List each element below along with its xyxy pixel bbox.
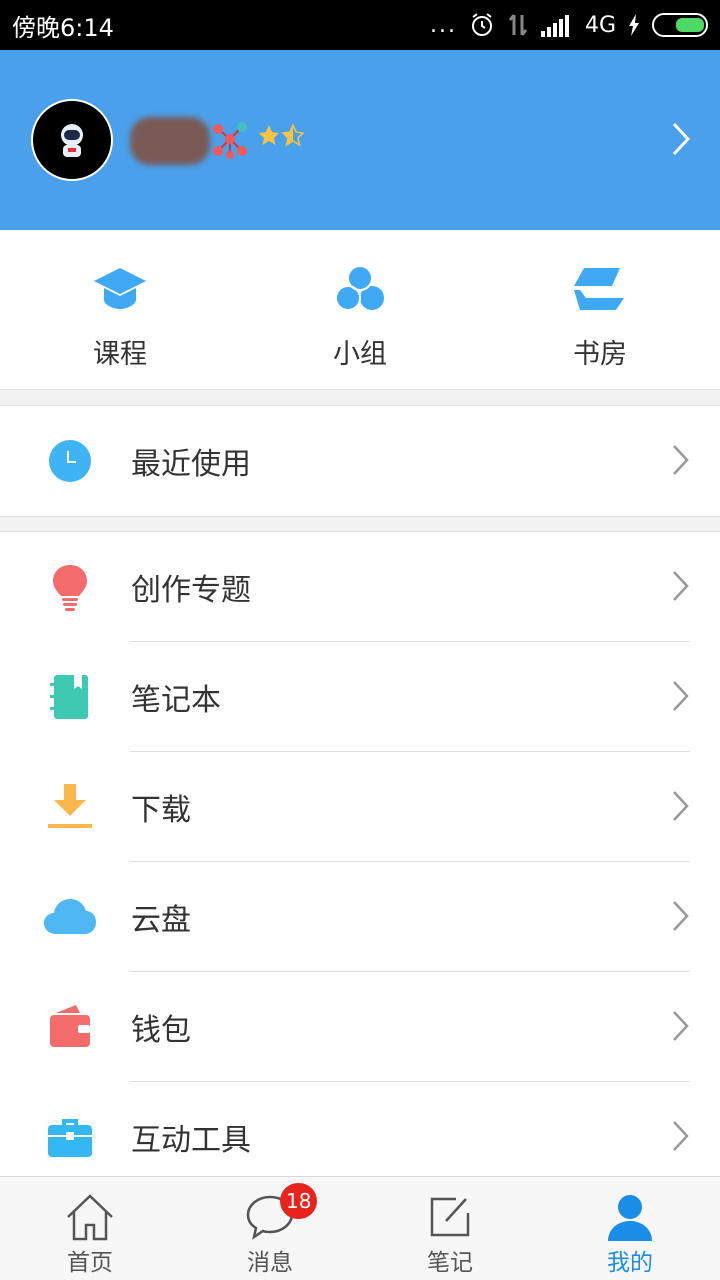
cloud-icon <box>43 893 97 941</box>
quick-nav: 课程 小组 书房 <box>0 230 720 390</box>
data-arrows-icon <box>508 14 528 36</box>
menu-item-label: 笔记本 <box>131 683 221 718</box>
chevron-right-icon <box>673 1011 689 1041</box>
more-dots: ... <box>429 12 457 38</box>
charging-icon <box>629 14 639 36</box>
bottom-tab-bar: 首页 消息 18 笔记 我的 <box>0 1176 720 1280</box>
quick-nav-label: 书房 <box>573 339 627 370</box>
astronaut-icon <box>61 124 83 157</box>
profile-header[interactable] <box>0 50 720 230</box>
chevron-right-icon[interactable] <box>672 122 690 156</box>
alarm-icon <box>471 13 492 36</box>
menu-item-download[interactable]: 下载 <box>0 752 720 862</box>
books-icon <box>574 268 624 310</box>
menu-item-label: 最近使用 <box>131 447 251 482</box>
unread-badge: 18 <box>280 1183 318 1219</box>
status-bar: 傍晚6:14 ... 4G <box>0 0 720 50</box>
chevron-right-icon <box>673 681 689 711</box>
wallet-icon <box>43 1003 97 1051</box>
status-indicators: ... 4G <box>430 12 708 38</box>
tab-label: 首页 <box>67 1250 113 1276</box>
menu-item-creation-topics[interactable]: 创作专题 <box>0 532 720 642</box>
menu-item-notebook[interactable]: 笔记本 <box>0 642 720 752</box>
menu-item-label: 创作专题 <box>131 573 251 608</box>
quick-nav-label: 课程 <box>93 339 147 370</box>
level-badge-icon <box>213 122 247 159</box>
username-blurred <box>130 117 210 165</box>
recent-section: 最近使用 <box>0 405 720 517</box>
tab-notes[interactable]: 笔记 <box>360 1177 540 1280</box>
edit-note-icon <box>430 1197 470 1237</box>
quick-nav-groups[interactable]: 小组 <box>240 230 480 389</box>
battery-icon <box>652 13 708 37</box>
tab-label: 我的 <box>607 1250 653 1276</box>
lightbulb-icon <box>43 563 97 611</box>
quick-nav-label: 小组 <box>333 339 387 370</box>
menu-item-label: 互动工具 <box>131 1123 251 1158</box>
tab-label: 笔记 <box>427 1250 473 1276</box>
network-type: 4G <box>584 12 616 38</box>
chevron-right-icon <box>673 445 689 475</box>
graduation-cap-icon <box>94 268 146 309</box>
notebook-icon <box>43 673 97 721</box>
tab-label: 消息 <box>247 1250 293 1276</box>
quick-nav-courses[interactable]: 课程 <box>0 230 240 389</box>
menu-item-label: 云盘 <box>131 903 191 938</box>
avatar[interactable] <box>31 99 113 181</box>
clock-icon <box>43 437 97 485</box>
status-time: 傍晚6:14 <box>12 13 114 42</box>
profile-icon <box>608 1195 652 1241</box>
signal-icon <box>540 15 569 37</box>
tab-home[interactable]: 首页 <box>0 1177 180 1280</box>
menu-item-wallet[interactable]: 钱包 <box>0 972 720 1082</box>
star-rating-icon <box>259 123 305 147</box>
menu-section: 创作专题 笔记本 下载 云盘 钱包 互动工具 <box>0 531 720 1192</box>
toolbox-icon <box>43 1113 97 1161</box>
menu-item-recent[interactable]: 最近使用 <box>0 406 720 516</box>
menu-item-cloud-drive[interactable]: 云盘 <box>0 862 720 972</box>
menu-item-label: 钱包 <box>131 1013 191 1048</box>
download-icon <box>43 783 97 831</box>
chevron-right-icon <box>673 571 689 601</box>
tab-messages[interactable]: 消息 18 <box>180 1177 360 1280</box>
tab-me[interactable]: 我的 <box>540 1177 720 1280</box>
menu-item-label: 下载 <box>131 793 191 828</box>
group-circles-icon <box>335 265 384 311</box>
chevron-right-icon <box>673 791 689 821</box>
quick-nav-library[interactable]: 书房 <box>480 230 720 389</box>
home-icon <box>67 1194 113 1241</box>
chevron-right-icon <box>673 1121 689 1151</box>
chevron-right-icon <box>673 901 689 931</box>
